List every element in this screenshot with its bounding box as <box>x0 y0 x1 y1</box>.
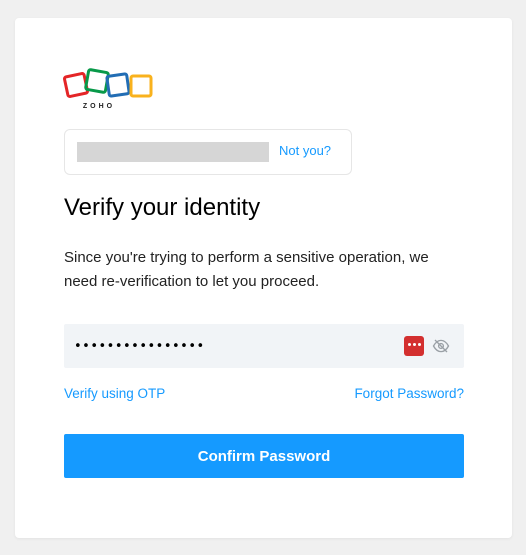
user-identity-chip: Not you? <box>64 129 352 175</box>
not-you-link[interactable]: Not you? <box>279 143 331 158</box>
description-text: Since you're trying to perform a sensiti… <box>64 249 429 290</box>
logo-text: ZOHO <box>82 103 116 110</box>
eye-slash-icon[interactable] <box>432 337 450 355</box>
redacted-username <box>77 142 269 162</box>
password-manager-icon[interactable] <box>404 336 424 356</box>
confirm-password-button[interactable]: Confirm Password <box>64 434 464 478</box>
page-title: Verify your identity <box>64 194 261 221</box>
verification-card: ZOHO Not you? Verify your identity Since… <box>15 18 512 538</box>
password-field-container <box>64 324 464 368</box>
zoho-logo: ZOHO <box>63 68 159 114</box>
forgot-password-link[interactable]: Forgot Password? <box>354 386 464 401</box>
verify-otp-link[interactable]: Verify using OTP <box>64 386 165 401</box>
password-input[interactable] <box>74 335 384 357</box>
